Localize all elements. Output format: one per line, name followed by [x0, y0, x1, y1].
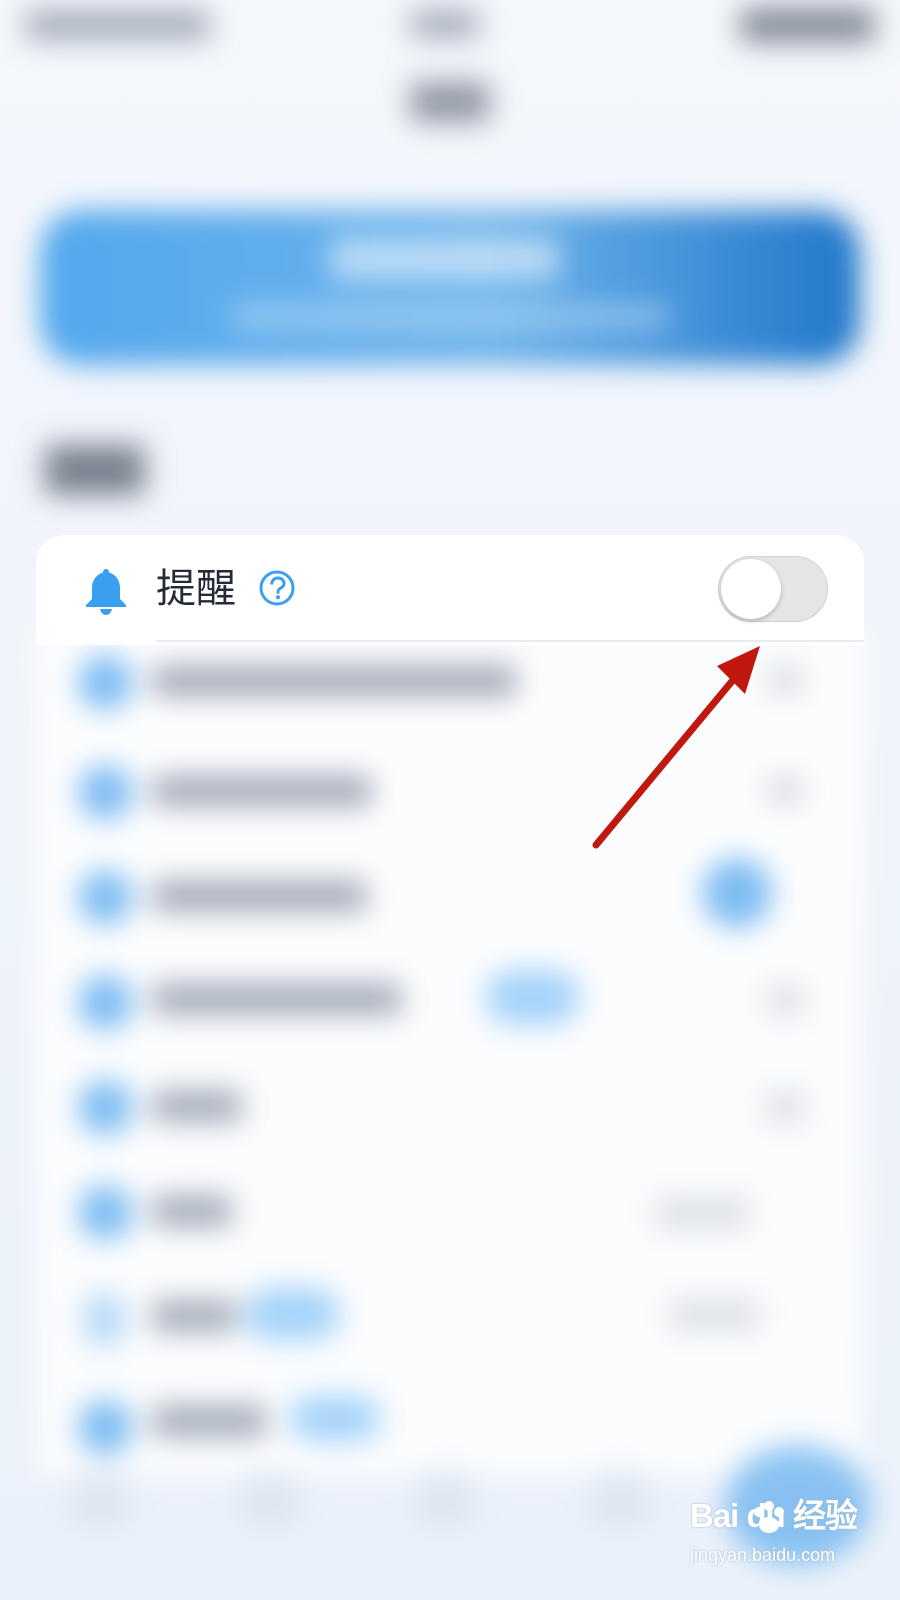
- blurred-row-label: [152, 983, 402, 1015]
- blurred-background: [0, 0, 900, 1600]
- bell-icon: [86, 569, 126, 615]
- blurred-blue-banner[interactable]: [40, 210, 860, 365]
- blurred-row-value: [655, 1198, 750, 1228]
- status-bar-left: [25, 10, 210, 40]
- blurred-section-title: [45, 445, 145, 495]
- reminder-label: 提醒: [156, 566, 236, 612]
- toggle-knob[interactable]: [721, 559, 781, 619]
- blurred-blue-pill: [485, 970, 580, 1025]
- paw-icon: [754, 1501, 784, 1533]
- blurred-blue-pill: [245, 1288, 340, 1340]
- blurred-settings-list: [36, 628, 864, 1478]
- blurred-row-label: [152, 665, 517, 697]
- blurred-blue-dot: [702, 858, 772, 928]
- blurred-row-icon: [78, 655, 133, 710]
- blurred-row-icon: [78, 1400, 133, 1455]
- baidu-jingyan-watermark: Bai du 经验 jingyan.baidu.com: [690, 1496, 890, 1586]
- blurred-row-icon: [78, 1185, 133, 1240]
- status-bar-right: [740, 8, 875, 42]
- reminder-toggle[interactable]: [718, 556, 828, 622]
- blurred-row-label: [152, 1090, 242, 1122]
- help-icon[interactable]: [258, 569, 296, 607]
- blurred-row-value: [765, 1092, 805, 1122]
- blurred-row-label: [152, 1300, 237, 1332]
- blurred-banner-subtitle: [230, 305, 670, 329]
- blurred-row-icon: [78, 1080, 133, 1135]
- blurred-row-value: [765, 985, 805, 1015]
- phone-screen: 提醒 Bai du 经验 jingyan.baidu.com: [0, 0, 900, 1600]
- blurred-tab-icon[interactable]: [65, 1470, 135, 1530]
- blurred-row-label: [152, 775, 372, 807]
- blurred-row-value: [765, 665, 805, 695]
- blurred-tab-icon[interactable]: [410, 1470, 480, 1530]
- blurred-page-title: [410, 82, 490, 122]
- watermark-url: jingyan.baidu.com: [690, 1545, 836, 1565]
- status-bar-center: [410, 10, 480, 38]
- blurred-row-label: [152, 1195, 232, 1227]
- blurred-row-label: [152, 1405, 267, 1437]
- blurred-row-icon: [78, 975, 133, 1030]
- row-divider: [156, 640, 864, 642]
- reminder-card: 提醒: [36, 535, 864, 645]
- blurred-row-value: [670, 1300, 760, 1330]
- blurred-row-icon: [78, 765, 133, 820]
- blurred-row-value: [765, 775, 805, 805]
- blurred-blue-pill: [290, 1396, 380, 1441]
- blurred-row-icon: [78, 870, 133, 925]
- blurred-banner-title: [330, 238, 560, 280]
- blurred-row-label: [152, 880, 367, 912]
- reminder-setting-row[interactable]: 提醒: [36, 535, 864, 641]
- blurred-tab-icon[interactable]: [235, 1470, 305, 1530]
- blurred-row-icon: [82, 1292, 127, 1347]
- blurred-tab-icon[interactable]: [585, 1470, 655, 1530]
